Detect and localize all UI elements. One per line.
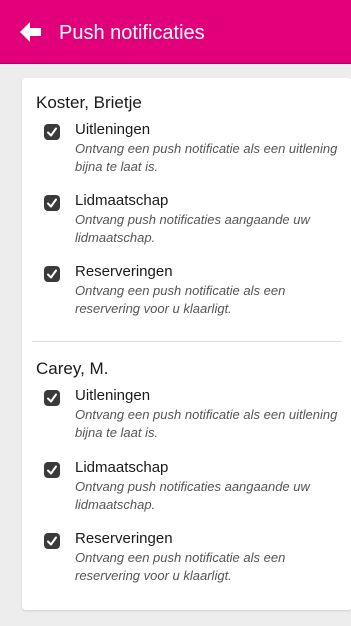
page-title: Push notificaties: [59, 22, 205, 44]
preference-label: Lidmaatschap: [75, 192, 169, 209]
preference-label: Reserveringen: [75, 530, 173, 547]
checkmark-icon: [47, 269, 57, 279]
divider: [32, 341, 342, 342]
preference-item: Reserveringen Ontvang een push notificat…: [44, 262, 344, 322]
notification-settings-card: Koster, Brietje Uitleningen Ontvang een …: [22, 78, 351, 610]
preference-description: Ontvang een push notificatie als een res…: [75, 550, 286, 583]
preference-item: Uitleningen Ontvang een push notificatie…: [44, 386, 344, 446]
account-name: Carey, M.: [36, 359, 109, 378]
reserveringen-checkbox[interactable]: [44, 266, 60, 282]
checkmark-icon: [47, 127, 57, 137]
back-arrow-icon: [20, 22, 41, 42]
preference-item: Lidmaatschap Ontvang push notificaties a…: [44, 191, 344, 251]
checkmark-icon: [47, 465, 57, 475]
preference-item: Reserveringen Ontvang een push notificat…: [44, 529, 344, 589]
app-header: Push notificaties: [0, 0, 351, 64]
preference-item: Lidmaatschap Ontvang push notificaties a…: [44, 458, 344, 518]
preference-description: Ontvang push notificaties aangaande uw l…: [75, 479, 310, 512]
uitleningen-checkbox[interactable]: [44, 390, 60, 406]
preference-item: Uitleningen Ontvang een push notificatie…: [44, 120, 344, 180]
preference-description: Ontvang push notificaties aangaande uw l…: [75, 212, 310, 245]
checkmark-icon: [47, 536, 57, 546]
lidmaatschap-checkbox[interactable]: [44, 462, 60, 478]
preference-description: Ontvang een push notificatie als een uit…: [75, 141, 338, 174]
preference-label: Uitleningen: [75, 121, 151, 138]
uitleningen-checkbox[interactable]: [44, 124, 60, 140]
preference-label: Lidmaatschap: [75, 459, 169, 476]
account-name: Koster, Brietje: [36, 93, 142, 112]
preference-label: Reserveringen: [75, 263, 173, 280]
preference-label: Uitleningen: [75, 387, 151, 404]
preference-description: Ontvang een push notificatie als een res…: [75, 283, 286, 316]
checkmark-icon: [47, 198, 57, 208]
back-button[interactable]: [20, 22, 42, 42]
preference-description: Ontvang een push notificatie als een uit…: [75, 407, 338, 440]
reserveringen-checkbox[interactable]: [44, 533, 60, 549]
lidmaatschap-checkbox[interactable]: [44, 195, 60, 211]
checkmark-icon: [47, 393, 57, 403]
